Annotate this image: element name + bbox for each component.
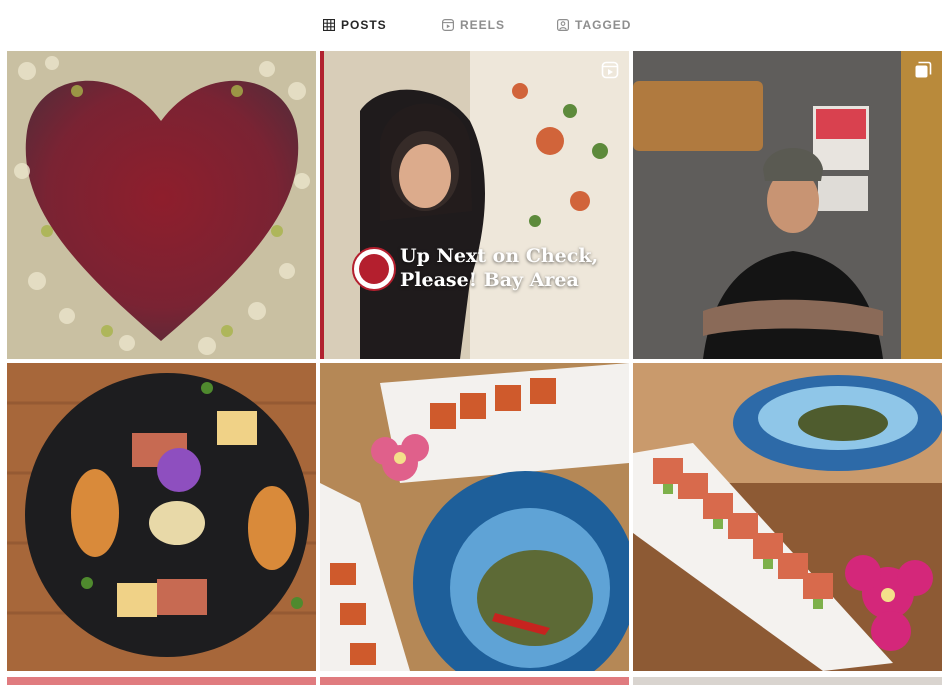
check-please-logo bbox=[352, 247, 396, 291]
post-image bbox=[320, 363, 629, 671]
grid-icon bbox=[323, 19, 335, 31]
post-tile-sushi-platter[interactable] bbox=[7, 363, 316, 671]
post-tile-partial-2[interactable] bbox=[320, 677, 629, 685]
post-image bbox=[633, 363, 942, 671]
reels-icon bbox=[442, 19, 454, 31]
post-tile-partial-3[interactable] bbox=[633, 677, 942, 685]
carousel-icon bbox=[915, 61, 932, 78]
reel-overlay-text: Up Next on Check, Please! Bay Area bbox=[400, 245, 599, 291]
post-tile-chef[interactable] bbox=[633, 51, 942, 359]
post-tile-partial-1[interactable] bbox=[7, 677, 316, 685]
post-image bbox=[7, 51, 316, 359]
post-image bbox=[320, 51, 629, 359]
tab-tagged[interactable]: TAGGED bbox=[557, 16, 631, 34]
tab-reels-label: REELS bbox=[460, 18, 506, 32]
tab-posts-label: POSTS bbox=[341, 18, 387, 32]
post-tile-roll-orchid[interactable] bbox=[633, 363, 942, 671]
tab-tagged-label: TAGGED bbox=[575, 18, 632, 32]
post-image bbox=[7, 363, 316, 671]
post-tile-rolls-bowl[interactable] bbox=[320, 363, 629, 671]
post-image bbox=[633, 51, 942, 359]
tab-reels[interactable]: REELS bbox=[442, 16, 505, 34]
reel-badge-icon bbox=[601, 61, 619, 79]
tab-posts[interactable]: POSTS bbox=[323, 16, 387, 34]
post-tile-reel-check-please[interactable]: Up Next on Check, Please! Bay Area bbox=[320, 51, 629, 359]
post-tile-microgreens-heart[interactable] bbox=[7, 51, 316, 359]
tagged-icon bbox=[557, 19, 569, 31]
profile-tabs: POSTS REELS TAGGED bbox=[0, 0, 950, 50]
